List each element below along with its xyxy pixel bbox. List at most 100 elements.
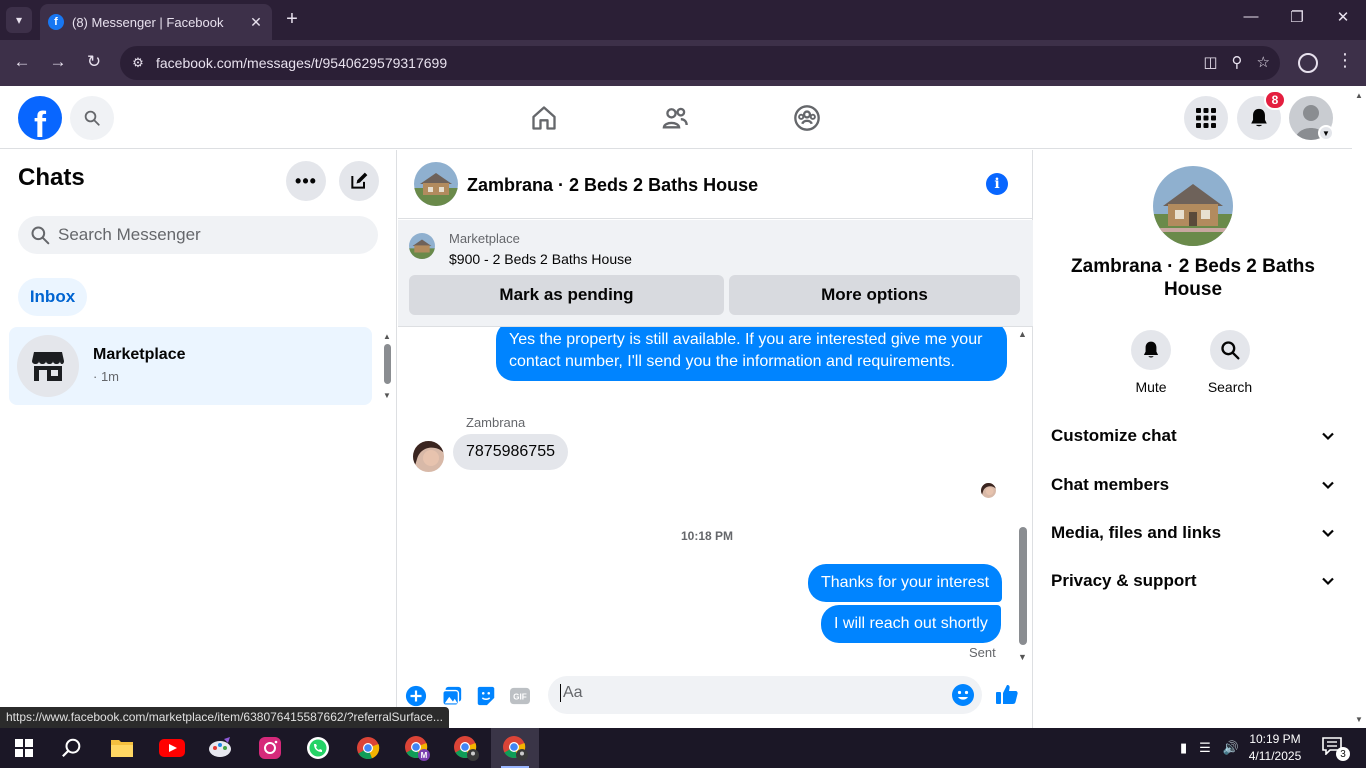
taskbar-search-button[interactable] xyxy=(48,728,96,768)
tab-search-button[interactable]: ▾ xyxy=(6,7,32,33)
whatsapp-app[interactable] xyxy=(294,728,342,768)
sticker-button[interactable] xyxy=(474,684,498,708)
message-input[interactable] xyxy=(560,684,940,702)
action-center-button[interactable]: 3 xyxy=(1322,737,1350,761)
browser-profile-icon[interactable] xyxy=(1298,53,1318,73)
new-message-button[interactable] xyxy=(339,161,379,201)
mark-as-pending-button[interactable]: Mark as pending xyxy=(409,275,724,315)
info-panel-title: Zambrana · 2 Beds 2 Baths House xyxy=(1071,256,1315,300)
listing-avatar-large[interactable] xyxy=(1153,166,1233,246)
incoming-message[interactable]: 7875986755 xyxy=(453,434,568,470)
message-timestamp: 10:18 PM xyxy=(680,529,734,543)
conversation-title[interactable]: Zambrana · 2 Beds 2 Baths House xyxy=(467,175,758,196)
taskbar-clock[interactable]: 10:19 PM 4/11/2025 xyxy=(1244,731,1306,765)
groups-nav-button[interactable] xyxy=(791,102,823,134)
search-icon xyxy=(84,110,100,126)
paint-app[interactable] xyxy=(196,728,244,768)
chrome-app[interactable] xyxy=(344,728,392,768)
info-icon[interactable]: i xyxy=(986,173,1008,195)
search-icon xyxy=(31,226,50,245)
whatsapp-icon xyxy=(307,737,329,759)
listing-avatar[interactable] xyxy=(414,162,458,206)
outgoing-message[interactable]: I will reach out shortly xyxy=(821,605,1001,643)
instagram-app[interactable] xyxy=(246,728,294,768)
browser-tab[interactable]: f (8) Messenger | Facebook ✕ xyxy=(40,4,272,40)
compose-icon xyxy=(351,172,368,189)
reload-button[interactable]: ↻ xyxy=(83,52,105,72)
file-explorer-app[interactable] xyxy=(98,728,146,768)
chrome-profile-m-app[interactable]: M xyxy=(393,728,441,768)
tab-inbox[interactable]: Inbox xyxy=(18,278,87,316)
outgoing-message[interactable]: Thanks for your interest xyxy=(808,564,1003,602)
browser-tab-bar: ▾ f (8) Messenger | Facebook ✕ + — ❐ ✕ xyxy=(0,0,1366,40)
home-nav-button[interactable] xyxy=(528,102,560,134)
close-tab-icon[interactable]: ✕ xyxy=(248,14,264,31)
facebook-logo[interactable]: f xyxy=(18,96,62,140)
wifi-icon[interactable]: ☰ xyxy=(1199,740,1211,756)
install-app-icon[interactable]: ◫ xyxy=(1203,53,1217,71)
battery-icon[interactable]: ▮ xyxy=(1180,740,1187,756)
home-icon xyxy=(532,106,556,130)
restore-button[interactable]: ❐ xyxy=(1282,8,1312,26)
chevron-down-icon[interactable]: ▼ xyxy=(1318,125,1334,141)
forward-button[interactable]: → xyxy=(47,52,69,72)
volume-icon[interactable]: 🔊 xyxy=(1223,740,1239,756)
menu-grid-icon xyxy=(1196,108,1216,128)
svg-text:GIF: GIF xyxy=(513,693,527,702)
message-input-box[interactable] xyxy=(548,676,982,714)
back-button[interactable]: ← xyxy=(11,52,33,72)
friends-nav-button[interactable] xyxy=(659,102,691,134)
messages-scrollbar[interactable]: ▲ ▼ xyxy=(1016,327,1030,662)
like-button[interactable] xyxy=(995,682,1019,706)
emoji-button[interactable] xyxy=(952,684,974,706)
customize-chat-section[interactable]: Customize chat xyxy=(1051,416,1335,456)
attach-photo-button[interactable] xyxy=(440,684,464,708)
facebook-search-button[interactable] xyxy=(70,96,114,140)
section-label: Chat members xyxy=(1051,475,1170,494)
search-in-chat-button[interactable]: Search xyxy=(1200,330,1260,395)
message-status: Sent xyxy=(969,645,996,660)
search-input[interactable] xyxy=(58,225,358,245)
messenger-search[interactable] xyxy=(18,216,378,254)
more-icon: ••• xyxy=(295,170,317,191)
listing-title[interactable]: $900 - 2 Beds 2 Baths House xyxy=(449,251,632,267)
outgoing-message[interactable]: Yes the property is still available. If … xyxy=(496,327,1007,381)
tab-title: (8) Messenger | Facebook xyxy=(72,14,224,30)
chat-members-section[interactable]: Chat members xyxy=(1051,465,1335,505)
mute-button[interactable]: Mute xyxy=(1121,330,1181,395)
list-item[interactable]: Marketplace · 1m xyxy=(9,327,372,405)
chrome-profile-app[interactable] xyxy=(442,728,490,768)
browser-toolbar: ← → ↻ ⚙ facebook.com/messages/t/95406295… xyxy=(0,40,1366,86)
media-files-links-section[interactable]: Media, files and links xyxy=(1051,513,1335,553)
zoom-icon[interactable]: ⚲ xyxy=(1232,53,1243,71)
marketplace-label: Marketplace xyxy=(449,231,520,246)
new-tab-button[interactable]: + xyxy=(282,8,302,30)
site-info-icon[interactable]: ⚙ xyxy=(120,55,156,71)
minimize-button[interactable]: — xyxy=(1236,8,1266,25)
menu-button[interactable] xyxy=(1184,96,1228,140)
privacy-support-section[interactable]: Privacy & support xyxy=(1051,561,1335,601)
more-actions-button[interactable] xyxy=(404,684,428,708)
section-label: Customize chat xyxy=(1051,426,1177,445)
section-label: Privacy & support xyxy=(1051,571,1197,590)
chats-title: Chats xyxy=(18,164,85,191)
address-bar[interactable]: ⚙ facebook.com/messages/t/95406295793176… xyxy=(120,46,1280,80)
bell-icon xyxy=(1143,341,1159,358)
message-list: Yes the property is still available. If … xyxy=(398,327,1033,662)
chat-timestamp: · 1m xyxy=(93,369,119,384)
sender-avatar[interactable] xyxy=(413,441,444,472)
browser-menu-icon[interactable]: ⋮ xyxy=(1336,50,1354,71)
close-window-button[interactable]: ✕ xyxy=(1328,8,1358,26)
gif-button[interactable]: GIF xyxy=(508,684,532,708)
youtube-app[interactable] xyxy=(148,728,196,768)
search-icon xyxy=(1221,341,1240,360)
bookmark-star-icon[interactable]: ☆ xyxy=(1257,53,1270,71)
start-button[interactable] xyxy=(0,728,48,768)
page-scrollbar[interactable]: ▲ ▼ xyxy=(1352,87,1366,728)
more-options-button[interactable]: More options xyxy=(729,275,1020,315)
chrome-active-app[interactable] xyxy=(491,728,539,768)
chat-options-button[interactable]: ••• xyxy=(286,161,326,201)
listing-thumbnail[interactable] xyxy=(409,233,435,259)
chats-scrollbar[interactable]: ▲ ▼ xyxy=(383,332,393,400)
windows-logo-icon xyxy=(15,739,33,757)
